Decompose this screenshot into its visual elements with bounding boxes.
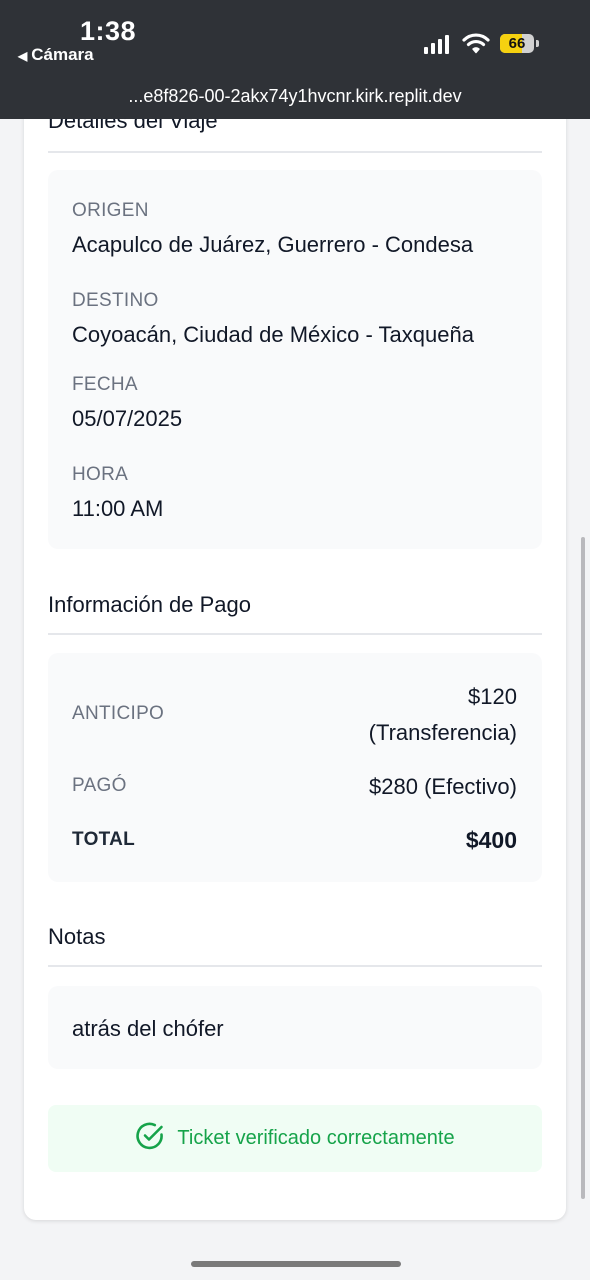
time-value: 11:00 AM bbox=[72, 496, 164, 521]
verification-message: Ticket verificado correctamente bbox=[177, 1127, 455, 1149]
date-value: 05/07/2025 bbox=[72, 406, 183, 431]
back-label: Cámara bbox=[31, 45, 94, 64]
paid-label: PAGÓ bbox=[72, 775, 127, 796]
advance-method: (Transferencia) bbox=[368, 720, 517, 745]
time-label: HORA bbox=[72, 464, 129, 485]
date-label: FECHA bbox=[72, 374, 138, 395]
divider bbox=[48, 151, 542, 153]
verification-banner: Ticket verificado correctamente bbox=[48, 1105, 542, 1172]
wifi-icon bbox=[462, 32, 490, 54]
trip-details-panel bbox=[48, 170, 542, 549]
status-time: 1:38 bbox=[80, 16, 137, 46]
browser-top-bar: 1:38 ◀ Cámara 66 ...e8f826-00-2akx74y1hvc… bbox=[0, 0, 590, 119]
total-label: TOTAL bbox=[72, 829, 136, 850]
home-indicator[interactable] bbox=[191, 1261, 401, 1267]
notes-text: atrás del chófer bbox=[72, 1016, 224, 1041]
total-value: $400 bbox=[465, 827, 517, 853]
battery-percentage: 66 bbox=[508, 35, 526, 52]
advance-amount: $120 bbox=[468, 684, 517, 709]
destination-label: DESTINO bbox=[72, 290, 159, 311]
origin-value: Acapulco de Juárez, Guerrero - Condesa bbox=[72, 232, 474, 257]
back-to-camera-link[interactable]: ◀ Cámara bbox=[18, 45, 94, 65]
divider bbox=[48, 633, 542, 635]
battery-icon: 66 bbox=[500, 34, 539, 53]
notes-section-title: Notas bbox=[48, 924, 106, 949]
address-bar-url[interactable]: ...e8f826-00-2akx74y1hvcnr.kirk.replit.d… bbox=[0, 86, 590, 107]
cellular-signal-icon bbox=[424, 34, 449, 54]
divider bbox=[48, 965, 542, 967]
paid-value: $280 (Efectivo) bbox=[369, 774, 517, 799]
check-circle-icon bbox=[135, 1121, 165, 1157]
scrollbar[interactable] bbox=[581, 537, 585, 1199]
payment-section-title: Información de Pago bbox=[48, 592, 252, 617]
origin-label: ORIGEN bbox=[72, 200, 149, 221]
back-arrow-icon: ◀ bbox=[18, 49, 28, 63]
destination-value: Coyoacán, Ciudad de México - Taxqueña bbox=[72, 322, 474, 347]
advance-label: ANTICIPO bbox=[72, 703, 165, 724]
